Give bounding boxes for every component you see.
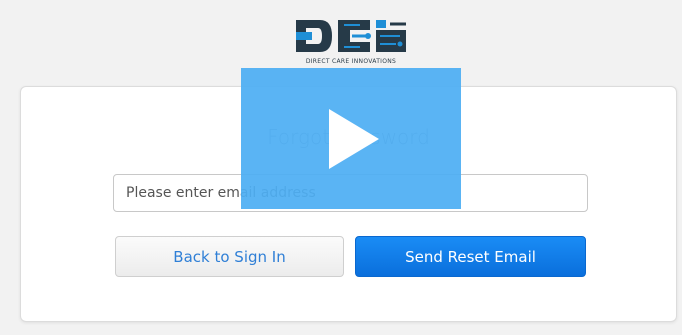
back-to-sign-in-button[interactable]: Back to Sign In: [115, 236, 344, 277]
play-icon: [329, 108, 379, 169]
send-reset-email-button[interactable]: Send Reset Email: [355, 236, 586, 277]
logo-caption: DIRECT CARE INNOVATIONS: [305, 58, 397, 65]
dci-logo-icon: [296, 20, 406, 52]
dci-logo: DIRECT CARE INNOVATIONS: [290, 16, 412, 68]
back-to-sign-in-label: Back to Sign In: [173, 247, 286, 266]
video-play-overlay[interactable]: [241, 68, 461, 209]
send-reset-email-label: Send Reset Email: [405, 247, 536, 266]
forgot-password-page: DIRECT CARE INNOVATIONS Forgot Password …: [0, 0, 682, 335]
